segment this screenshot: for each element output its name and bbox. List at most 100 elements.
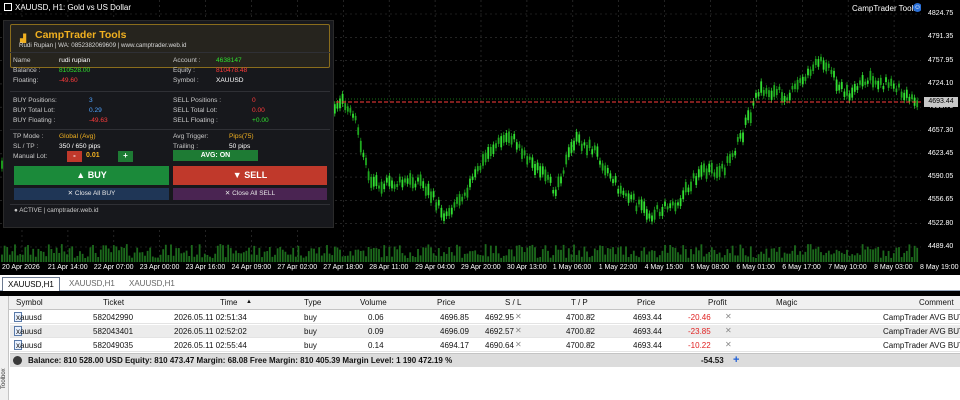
col-comment[interactable]: Comment	[919, 298, 954, 307]
volume-bar	[198, 244, 201, 262]
volume-bar	[796, 254, 799, 262]
candle-body	[440, 207, 443, 218]
volume-bar	[723, 255, 726, 262]
panel-subtitle: Rudi Rupian | WA: 0852382069609 | www.ca…	[19, 42, 187, 49]
price-axis[interactable]: 4824.754791.354757.954724.104690.704657.…	[921, 0, 960, 262]
volume-bar	[898, 247, 900, 262]
volume-bar	[560, 249, 562, 262]
candle-body	[807, 68, 809, 76]
close-tp-icon[interactable]: ✕	[586, 340, 593, 349]
cell-profit: -10.22	[688, 341, 711, 350]
candle-body	[476, 166, 479, 172]
lot-increase-button[interactable]: +	[118, 151, 133, 162]
candle-body	[424, 186, 427, 196]
volume-bar	[99, 249, 102, 262]
symbol-menu-icon[interactable]	[4, 3, 12, 11]
volume-bar	[167, 255, 170, 262]
candle-body	[760, 81, 763, 93]
col-price[interactable]: Price	[437, 298, 455, 307]
expert-advisor-name[interactable]: CampTrader Tools	[852, 4, 917, 13]
sell-button[interactable]: ▼ SELL	[173, 166, 327, 185]
close-sl-icon[interactable]: ✕	[515, 326, 522, 335]
volume-bar	[463, 253, 466, 262]
candle-body	[336, 102, 339, 109]
close-position-icon[interactable]: ✕	[725, 312, 732, 321]
volume-bar	[63, 251, 66, 262]
volume-bar	[840, 252, 843, 262]
candle-body	[744, 117, 747, 125]
time-axis[interactable]: 20 Apr 2026 21 Apr 14:00 22 Apr 07:00 23 Ap…	[0, 262, 960, 275]
candle-body	[653, 209, 656, 220]
volume-bar	[531, 244, 534, 262]
candle-body	[885, 77, 887, 83]
col-ticket[interactable]: Ticket	[103, 298, 124, 307]
volume-bar	[630, 254, 633, 262]
avg-toggle-button[interactable]: AVG: ON	[173, 150, 258, 161]
close-tp-icon[interactable]: ✕	[586, 326, 593, 335]
candle-body	[656, 205, 659, 210]
close-all-buy-button[interactable]: ✕ Close All BUY	[14, 188, 169, 200]
candle-body	[396, 183, 399, 188]
candle-body	[380, 181, 383, 194]
col-profit[interactable]: Profit	[708, 298, 727, 307]
close-position-icon[interactable]: ✕	[725, 340, 732, 349]
close-all-sell-button[interactable]: ✕ Close All SELL	[173, 188, 327, 200]
balance-summary: Balance: 810 528.00 USD Equity: 810 473.…	[28, 356, 453, 365]
volume-bar	[180, 253, 183, 262]
col-volume[interactable]: Volume	[360, 298, 387, 307]
candle-body	[583, 142, 586, 146]
table-row[interactable]: xauusd 582042990 2026.05.11 02:51:34 buy 0.0…	[10, 311, 960, 324]
close-sl-icon[interactable]: ✕	[515, 340, 522, 349]
volume-bar	[786, 253, 789, 262]
tab-chart-3[interactable]: XAUUSD,H1	[124, 277, 180, 291]
volume-bar	[562, 244, 565, 262]
buy-button[interactable]: ▲ BUY	[14, 166, 169, 185]
col-type[interactable]: Type	[304, 298, 321, 307]
col-current-price[interactable]: Price	[637, 298, 655, 307]
volume-bar	[601, 246, 604, 262]
volume-bar	[450, 252, 453, 262]
close-tp-icon[interactable]: ✕	[586, 312, 593, 321]
volume-bar	[617, 247, 620, 262]
tab-chart-2[interactable]: XAUUSD,H1	[64, 277, 120, 291]
col-time[interactable]: Time	[220, 298, 237, 307]
cell-ticket: 582043401	[93, 327, 134, 336]
candle-body	[827, 63, 830, 68]
price-chart[interactable]: XAUUSD, H1: Gold vs US Dollar CampTrader…	[0, 0, 960, 275]
time-tick-label: 29 Apr 04:00	[415, 264, 455, 271]
candle-body	[796, 79, 799, 90]
price-tick-label: 4556.65	[928, 196, 954, 204]
balance-summary-row: Balance: 810 528.00 USD Equity: 810 473.…	[10, 353, 960, 367]
col-symbol[interactable]: Symbol	[16, 298, 43, 307]
volume-bar	[222, 245, 224, 262]
lot-decrease-button[interactable]: -	[67, 151, 82, 162]
time-tick-label: 1 May 06:00	[552, 264, 592, 271]
sort-up-icon[interactable]: ▲	[246, 299, 252, 305]
close-position-icon[interactable]: ✕	[725, 326, 732, 335]
toolbox-sidebar[interactable]: Toolbox	[0, 296, 9, 400]
col-tp[interactable]: T / P	[571, 298, 588, 307]
volume-bar	[378, 249, 380, 262]
tab-chart-1[interactable]: XAUUSD,H1	[2, 277, 60, 291]
volume-bar	[375, 248, 378, 262]
add-icon[interactable]: +	[733, 354, 739, 366]
volume-bar	[895, 247, 898, 262]
cell-type: buy	[304, 341, 317, 350]
candle-body	[456, 197, 458, 204]
col-sl[interactable]: S / L	[505, 298, 521, 307]
table-row[interactable]: xauusd 582049035 2026.05.11 02:55:44 buy 0.1…	[10, 339, 960, 352]
manual-lot-value[interactable]: 0.01	[86, 152, 100, 159]
volume-bar	[177, 248, 180, 262]
volume-bar	[268, 246, 271, 262]
volume-bar	[16, 255, 19, 262]
volume-bar	[92, 244, 94, 262]
volume-bar	[833, 253, 835, 262]
candle-body	[822, 60, 825, 70]
candle-body	[383, 183, 386, 190]
volume-bar	[458, 246, 461, 262]
candle-body	[669, 203, 672, 209]
col-magic[interactable]: Magic	[776, 298, 797, 307]
candle-body	[692, 173, 695, 179]
table-row[interactable]: xauusd 582043401 2026.05.11 02:52:02 buy 0.0…	[10, 325, 960, 338]
close-sl-icon[interactable]: ✕	[515, 312, 522, 321]
